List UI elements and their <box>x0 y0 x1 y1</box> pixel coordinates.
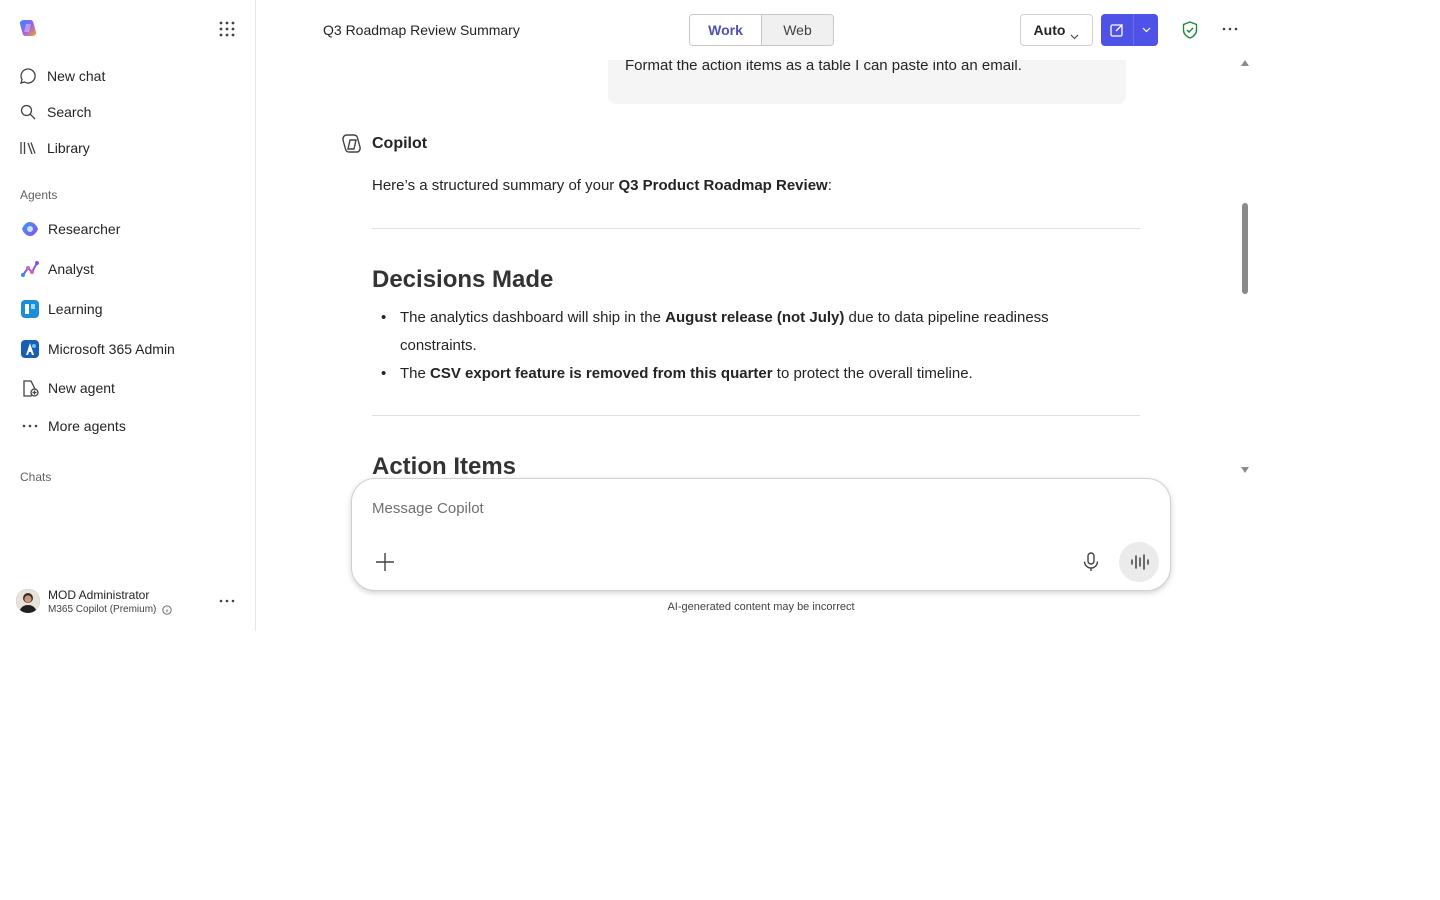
microphone-icon[interactable] <box>1080 551 1102 573</box>
decision-2-post: to protect the overall timeline. <box>772 365 973 382</box>
agent-researcher-label: Researcher <box>48 221 121 237</box>
decision-1-bold: August release (not July) <box>665 309 845 326</box>
list-item: The analytics dashboard will ship in the… <box>372 304 1112 360</box>
nav-library[interactable]: Library <box>18 134 90 162</box>
agent-learning-label: Learning <box>48 301 103 317</box>
message-composer <box>351 478 1171 591</box>
analyst-icon <box>20 259 40 279</box>
agent-more-label: More agents <box>48 418 126 434</box>
avatar[interactable] <box>16 589 40 613</box>
user-name: MOD Administrator <box>48 588 150 602</box>
compose-button[interactable] <box>1101 14 1134 46</box>
toggle-work[interactable]: Work <box>690 15 761 45</box>
nav-library-label: Library <box>47 140 90 156</box>
intro-bold: Q3 Product Roadmap Review <box>618 177 828 194</box>
intro-prefix: Here’s a structured summary of your <box>372 177 619 194</box>
agent-m365-admin[interactable]: Microsoft 365 Admin <box>20 335 175 363</box>
agent-analyst-label: Analyst <box>48 261 94 277</box>
compose-icon <box>1109 22 1125 38</box>
new-agent-icon <box>20 378 40 398</box>
user-more-icon[interactable] <box>218 592 236 610</box>
assistant-name: Copilot <box>372 135 428 152</box>
chats-section-label: Chats <box>20 470 52 484</box>
admin-icon <box>20 339 40 359</box>
decisions-list: The analytics dashboard will ship in the… <box>372 304 1112 388</box>
app-launcher-icon[interactable] <box>218 20 236 38</box>
add-attachment-plus-icon[interactable] <box>374 551 396 573</box>
nav-search[interactable]: Search <box>18 98 91 126</box>
copilot-icon <box>340 132 364 156</box>
intro-suffix: : <box>827 177 832 194</box>
decision-2-bold: CSV export feature is removed from this … <box>430 365 773 382</box>
divider <box>372 415 1140 416</box>
compose-dropdown-button[interactable] <box>1134 14 1158 46</box>
agent-m365-admin-label: Microsoft 365 Admin <box>48 341 175 357</box>
scroll-down-arrow-icon[interactable] <box>1241 467 1249 473</box>
user-plan: M365 Copilot (Premium) <box>48 604 173 615</box>
learning-icon <box>20 299 40 319</box>
agent-new[interactable]: New agent <box>20 374 115 402</box>
user-message-bubble: Format the action items as a table I can… <box>608 60 1126 104</box>
divider <box>372 228 1140 229</box>
decisions-heading: Decisions Made <box>372 266 554 293</box>
work-web-toggle: Work Web <box>689 14 834 46</box>
more-icon <box>20 416 40 436</box>
user-profile[interactable]: MOD Administrator M365 Copilot (Premium) <box>16 588 240 618</box>
agent-analyst[interactable]: Analyst <box>20 255 94 283</box>
nav-search-label: Search <box>47 104 92 120</box>
nav-new-chat[interactable]: New chat <box>18 62 105 90</box>
conversation-scrollbar[interactable] <box>1239 60 1251 474</box>
toggle-web[interactable]: Web <box>761 15 833 45</box>
agents-section-label: Agents <box>20 188 58 202</box>
agent-learning[interactable]: Learning <box>20 295 103 323</box>
researcher-icon <box>20 219 40 239</box>
chevron-down-icon <box>1142 27 1151 33</box>
copilot-logo-icon[interactable] <box>18 18 38 38</box>
conversation-pane: Format the action items as a table I can… <box>256 60 1240 474</box>
info-icon[interactable] <box>162 604 173 615</box>
more-options-icon[interactable] <box>1221 20 1239 38</box>
assistant-intro: Here’s a structured summary of your Q3 P… <box>372 177 832 194</box>
scrollbar-thumb[interactable] <box>1242 203 1248 294</box>
model-selector-label: Auto <box>1033 22 1066 38</box>
chat-bubble-icon <box>18 66 38 86</box>
model-selector-button[interactable]: Auto <box>1020 14 1093 46</box>
user-plan-label: M365 Copilot (Premium) <box>48 604 157 615</box>
list-item: The CSV export feature is removed from t… <box>372 360 1112 388</box>
search-icon <box>18 102 38 122</box>
ai-disclaimer: AI-generated content may be incorrect <box>667 601 855 613</box>
sidebar: New chat Search Library Agents Researche… <box>0 0 256 631</box>
decision-2-pre: The <box>400 365 431 382</box>
sound-wave-icon <box>1129 552 1149 572</box>
new-chat-split-button <box>1101 14 1158 46</box>
library-icon <box>18 138 38 158</box>
voice-mode-button[interactable] <box>1119 542 1159 582</box>
decision-1-pre: The analytics dashboard will ship in the <box>400 309 666 326</box>
agent-researcher[interactable]: Researcher <box>20 215 120 243</box>
shield-check-icon[interactable] <box>1180 20 1200 40</box>
agent-more[interactable]: More agents <box>20 412 126 440</box>
scroll-up-arrow-icon[interactable] <box>1241 60 1249 66</box>
chat-title[interactable]: Q3 Roadmap Review Summary <box>323 22 520 38</box>
message-input[interactable] <box>372 497 1132 519</box>
assistant-header: Copilot <box>340 132 427 156</box>
action-items-heading: Action Items <box>372 453 517 474</box>
nav-new-chat-label: New chat <box>47 68 106 84</box>
chevron-down-icon <box>1070 27 1079 40</box>
user-message-text: Format the action items as a table I can… <box>625 60 1022 74</box>
agent-new-label: New agent <box>48 380 115 396</box>
